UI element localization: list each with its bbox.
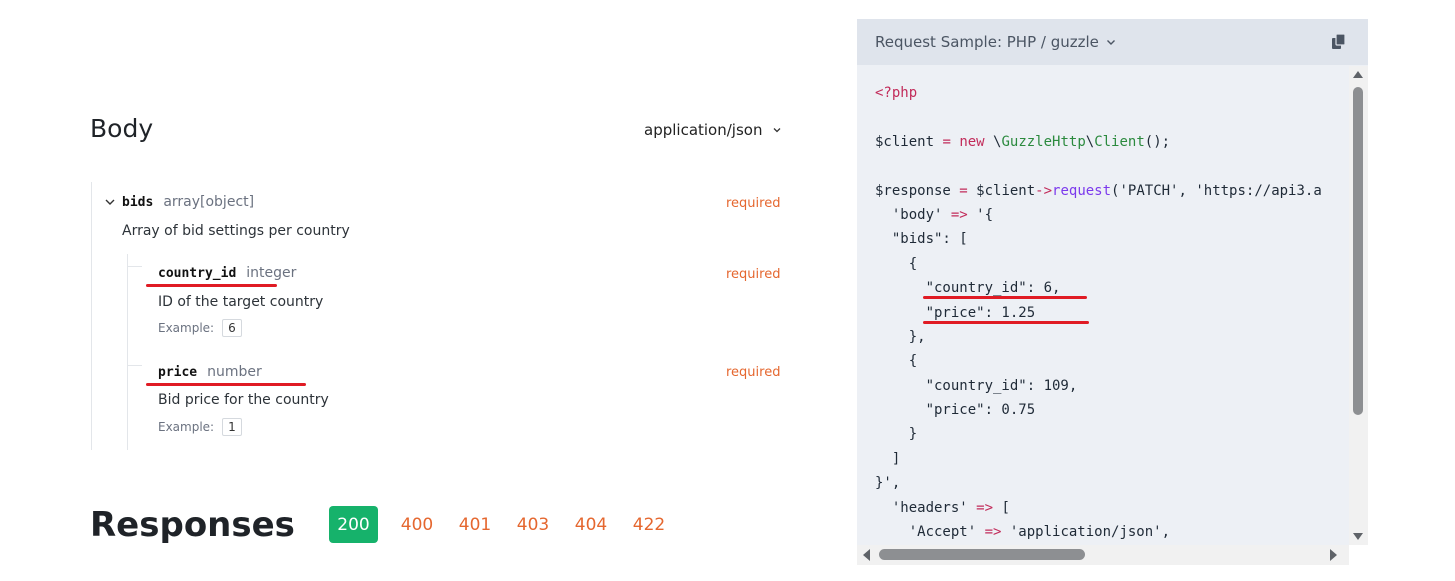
scroll-down-arrow-icon[interactable]: [1353, 533, 1363, 540]
property-description: ID of the target country: [158, 294, 324, 310]
code-highlight-underline: [923, 321, 1089, 324]
example-value: 6: [222, 319, 242, 337]
example-label: Example:: [158, 420, 215, 434]
code-line: "country_id": 109,: [875, 377, 1078, 394]
example-row: Example: 6: [158, 319, 242, 337]
property-country-id: country_id integer: [158, 265, 296, 281]
chevron-down-icon: [774, 128, 781, 133]
language-selector[interactable]: Request Sample: PHP / guzzle: [875, 33, 1116, 51]
media-type-label: application/json: [644, 121, 763, 139]
code-sample[interactable]: <?php $client = new \GuzzleHttp\Client()…: [857, 66, 1349, 545]
schema-tree-line: [91, 182, 92, 450]
response-tab-422[interactable]: 422: [620, 506, 678, 543]
code-line: ]: [875, 450, 901, 467]
code-line: "bids": [: [875, 231, 968, 248]
required-badge: required: [726, 196, 781, 211]
horizontal-scroll-thumb[interactable]: [879, 549, 1085, 560]
code-line: },: [875, 328, 926, 345]
highlight-underline: [146, 284, 277, 287]
property-name: bids: [122, 195, 154, 210]
response-tab-403[interactable]: 403: [504, 506, 562, 543]
request-sample-panel: Request Sample: PHP / guzzle <?php $clie…: [857, 19, 1368, 565]
property-name: price: [158, 365, 198, 380]
response-tab-400[interactable]: 400: [388, 506, 446, 543]
vertical-scrollbar[interactable]: [1349, 66, 1368, 545]
required-badge: required: [726, 267, 781, 282]
example-row: Example: 1: [158, 418, 242, 436]
response-tab-200[interactable]: 200: [329, 506, 378, 543]
property-bids: bids array[object]: [122, 194, 254, 210]
chevron-down-icon: [1106, 40, 1115, 45]
response-code-tabs: 200 400 401 403 404 422: [329, 506, 678, 543]
responses-title: Responses: [90, 505, 295, 545]
property-type: array[object]: [163, 194, 255, 210]
response-tab-401[interactable]: 401: [446, 506, 504, 543]
property-type: integer: [246, 265, 297, 281]
schema-subtree-line: [127, 254, 128, 450]
property-description: Bid price for the country: [158, 392, 329, 408]
code-line: "price": 0.75: [875, 402, 1036, 419]
required-badge: required: [726, 365, 781, 380]
vertical-scroll-thumb[interactable]: [1353, 87, 1363, 415]
scrollbar-corner: [1349, 545, 1368, 565]
code-highlight-underline: [923, 296, 1087, 299]
code-line: 'Accept' => 'application/json',: [875, 524, 1171, 541]
code-line: 'headers' => [: [875, 499, 1010, 516]
property-description: Array of bid settings per country: [122, 223, 350, 239]
code-line: {: [875, 353, 918, 370]
code-line: $response = $client->request('PATCH', 'h…: [875, 182, 1322, 199]
schema-branch-line: [128, 266, 142, 267]
scroll-left-arrow-icon[interactable]: [863, 549, 870, 561]
example-value: 1: [222, 418, 242, 436]
scroll-up-arrow-icon[interactable]: [1353, 71, 1363, 78]
example-label: Example:: [158, 321, 215, 335]
copy-icon[interactable]: [1332, 34, 1346, 50]
code-lines: <?php $client = new \GuzzleHttp\Client()…: [875, 81, 1322, 544]
code-line: }: [875, 426, 918, 443]
property-price: price number: [158, 364, 262, 380]
code-line: <?php: [875, 85, 918, 101]
schema-branch-line: [128, 365, 142, 366]
body-section-title: Body: [90, 114, 154, 143]
code-line: 'body' => '{: [875, 206, 994, 223]
code-line: $client = new \GuzzleHttp\Client();: [875, 133, 1171, 150]
code-line: {: [875, 255, 918, 272]
request-sample-header: Request Sample: PHP / guzzle: [857, 19, 1368, 65]
media-type-dropdown[interactable]: application/json: [644, 121, 782, 139]
property-type: number: [207, 364, 262, 380]
request-sample-title: Request Sample: PHP / guzzle: [875, 33, 1099, 51]
horizontal-scrollbar[interactable]: [857, 545, 1349, 565]
property-name: country_id: [158, 266, 237, 281]
scroll-right-arrow-icon[interactable]: [1330, 549, 1337, 561]
response-tab-404[interactable]: 404: [562, 506, 620, 543]
code-line: }',: [875, 475, 901, 492]
collapse-bids-chevron-icon[interactable]: [104, 196, 116, 208]
highlight-underline: [146, 383, 306, 386]
